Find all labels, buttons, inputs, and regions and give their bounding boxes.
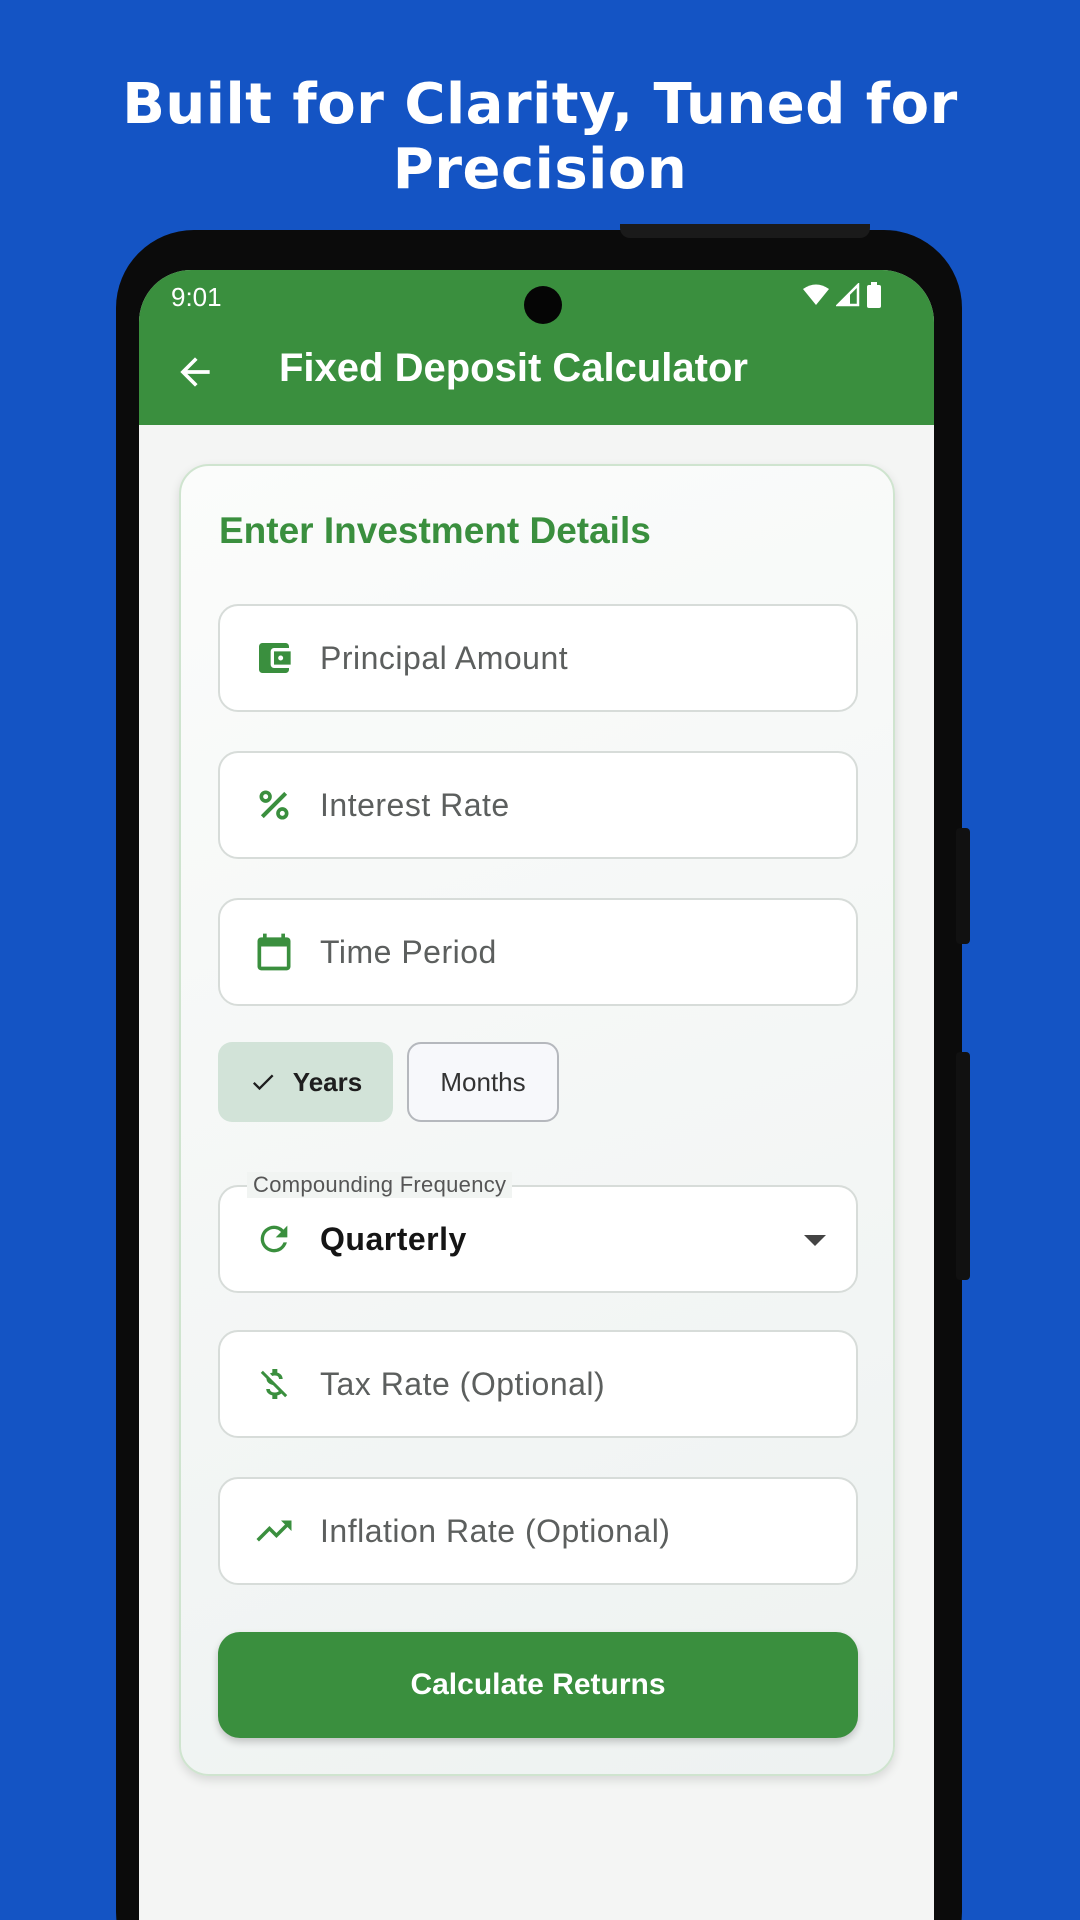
compounding-label: Compounding Frequency <box>247 1172 513 1198</box>
wallet-icon <box>259 643 291 673</box>
volume-button <box>956 828 970 944</box>
principal-placeholder: Principal Amount <box>320 639 569 676</box>
check-icon <box>252 1074 274 1091</box>
years-chip-label: Years <box>292 1066 363 1097</box>
promo-headline: Built for Clarity, Tuned for Precision <box>122 72 958 202</box>
status-icons <box>802 282 882 308</box>
compounding-frequency-dropdown[interactable]: Quarterly <box>218 1185 858 1293</box>
tax-rate-field[interactable]: Tax Rate (Optional) <box>218 1330 858 1438</box>
signal-icon <box>836 283 860 307</box>
dropdown-arrow-icon <box>804 1235 826 1246</box>
investment-form-card: Enter Investment Details Principal Amoun… <box>179 464 895 1776</box>
battery-icon <box>867 282 881 308</box>
money-off-icon <box>260 1369 288 1399</box>
compounding-value: Quarterly <box>320 1220 467 1257</box>
calendar-icon <box>257 933 291 971</box>
app-bar: 9:01 Fixed Deposit Calculator <box>139 270 934 425</box>
months-chip-label: Months <box>440 1066 526 1097</box>
wifi-icon <box>803 284 829 305</box>
status-time: 9:01 <box>171 282 222 312</box>
calculate-returns-button[interactable]: Calculate Returns <box>218 1632 858 1738</box>
time-period-placeholder: Time Period <box>320 933 497 970</box>
tax-rate-placeholder: Tax Rate (Optional) <box>320 1365 606 1402</box>
app-title: Fixed Deposit Calculator <box>279 346 748 390</box>
phone-screen: 9:01 Fixed Deposit Calculator Enter Inve… <box>139 270 934 1920</box>
refresh-icon <box>260 1225 288 1253</box>
front-camera <box>524 286 562 324</box>
inflation-rate-field[interactable]: Inflation Rate (Optional) <box>218 1477 858 1585</box>
years-chip[interactable]: Years <box>218 1042 393 1122</box>
time-period-field[interactable]: Time Period <box>218 898 858 1006</box>
back-button[interactable] <box>173 350 217 394</box>
phone-top-edge <box>620 224 870 238</box>
arrow-back-icon <box>180 357 210 387</box>
trending-up-icon <box>256 1520 292 1542</box>
interest-placeholder: Interest Rate <box>320 786 510 823</box>
section-title: Enter Investment Details <box>219 510 651 551</box>
principal-amount-field[interactable]: Principal Amount <box>218 604 858 712</box>
percent-icon <box>259 790 289 820</box>
months-chip[interactable]: Months <box>407 1042 559 1122</box>
power-button <box>956 1052 970 1280</box>
inflation-rate-placeholder: Inflation Rate (Optional) <box>320 1512 671 1549</box>
interest-rate-field[interactable]: Interest Rate <box>218 751 858 859</box>
